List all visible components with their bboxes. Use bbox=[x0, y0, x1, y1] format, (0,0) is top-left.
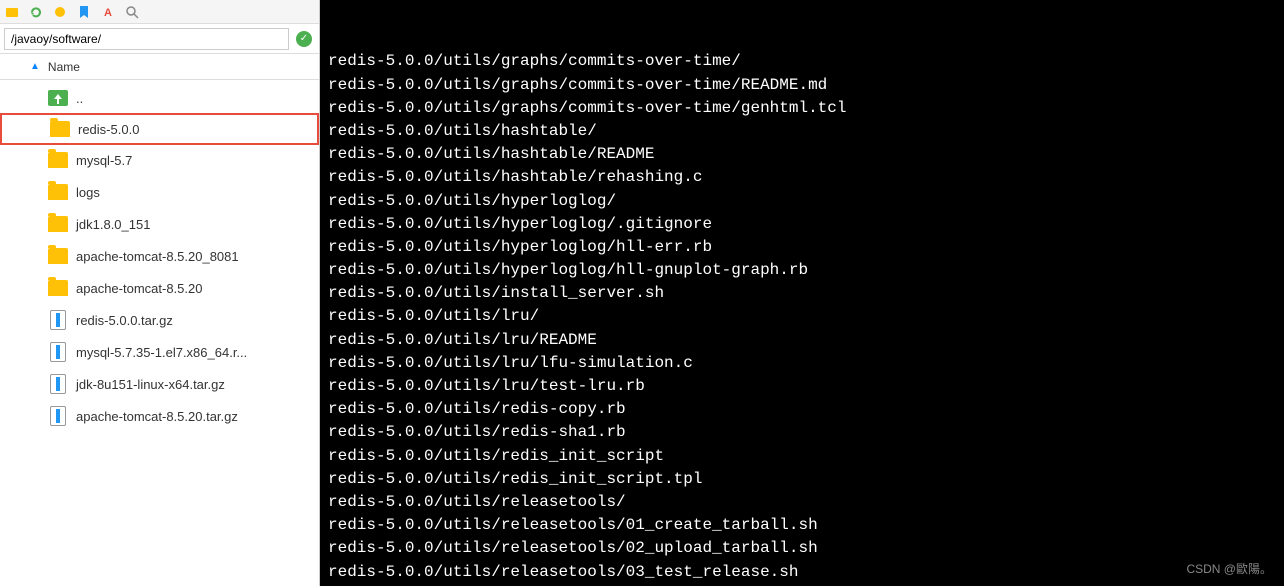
svg-text:A: A bbox=[104, 7, 112, 19]
item-label: apache-tomcat-8.5.20_8081 bbox=[76, 249, 239, 264]
item-label: redis-5.0.0 bbox=[78, 122, 139, 137]
item-label: apache-tomcat-8.5.20 bbox=[76, 281, 202, 296]
item-label: mysql-5.7.35-1.el7.x86_64.r... bbox=[76, 345, 247, 360]
toolbar-icon-3[interactable] bbox=[52, 4, 68, 20]
column-header[interactable]: ▲ Name bbox=[0, 54, 319, 80]
toolbar: A bbox=[0, 0, 319, 24]
parent-dir-item[interactable]: .. bbox=[0, 82, 319, 114]
folder-icon bbox=[48, 152, 68, 168]
archive-icon bbox=[50, 374, 66, 394]
folder-item[interactable]: redis-5.0.0 bbox=[0, 113, 319, 145]
parent-dir-label: .. bbox=[76, 91, 83, 106]
archive-icon bbox=[50, 406, 66, 426]
watermark: CSDN @歐陽。 bbox=[1186, 561, 1272, 578]
folder-icon bbox=[48, 184, 68, 200]
terminal-output[interactable]: redis-5.0.0/utils/graphs/commits-over-ti… bbox=[320, 0, 1284, 586]
archive-item[interactable]: apache-tomcat-8.5.20.tar.gz bbox=[0, 400, 319, 432]
folder-up-icon bbox=[48, 90, 68, 106]
file-tree: .. redis-5.0.0 mysql-5.7 logs jdk1.8.0_151a… bbox=[0, 80, 319, 586]
folder-item[interactable]: apache-tomcat-8.5.20_8081 bbox=[0, 240, 319, 272]
folder-icon bbox=[50, 121, 70, 137]
search-icon[interactable] bbox=[124, 4, 140, 20]
item-label: jdk1.8.0_151 bbox=[76, 217, 150, 232]
sort-arrow-icon: ▲ bbox=[30, 61, 40, 72]
name-header: Name bbox=[48, 60, 80, 74]
item-label: apache-tomcat-8.5.20.tar.gz bbox=[76, 409, 238, 424]
path-bar: ✓ bbox=[0, 24, 319, 54]
file-browser-panel: A ✓ ▲ Name .. redis-5.0.0 mysql-5.7 logs jd… bbox=[0, 0, 320, 586]
folder-item[interactable]: logs bbox=[0, 176, 319, 208]
item-label: mysql-5.7 bbox=[76, 153, 132, 168]
folder-icon bbox=[48, 216, 68, 232]
status-ok-icon: ✓ bbox=[293, 28, 315, 50]
path-input[interactable] bbox=[4, 28, 289, 50]
item-label: logs bbox=[76, 185, 100, 200]
folder-icon bbox=[48, 280, 68, 296]
folder-item[interactable]: jdk1.8.0_151 bbox=[0, 208, 319, 240]
archive-item[interactable]: jdk-8u151-linux-x64.tar.gz bbox=[0, 368, 319, 400]
a-icon[interactable]: A bbox=[100, 4, 116, 20]
item-label: redis-5.0.0.tar.gz bbox=[76, 313, 173, 328]
folder-item[interactable]: mysql-5.7 bbox=[0, 144, 319, 176]
archive-item[interactable]: mysql-5.7.35-1.el7.x86_64.r... bbox=[0, 336, 319, 368]
folder-item[interactable]: apache-tomcat-8.5.20 bbox=[0, 272, 319, 304]
archive-icon bbox=[50, 342, 66, 362]
refresh-icon[interactable] bbox=[28, 4, 44, 20]
toolbar-icon-1[interactable] bbox=[4, 4, 20, 20]
archive-item[interactable]: redis-5.0.0.tar.gz bbox=[0, 304, 319, 336]
bookmark-icon[interactable] bbox=[76, 4, 92, 20]
archive-icon bbox=[50, 310, 66, 330]
folder-icon bbox=[48, 248, 68, 264]
item-label: jdk-8u151-linux-x64.tar.gz bbox=[76, 377, 225, 392]
